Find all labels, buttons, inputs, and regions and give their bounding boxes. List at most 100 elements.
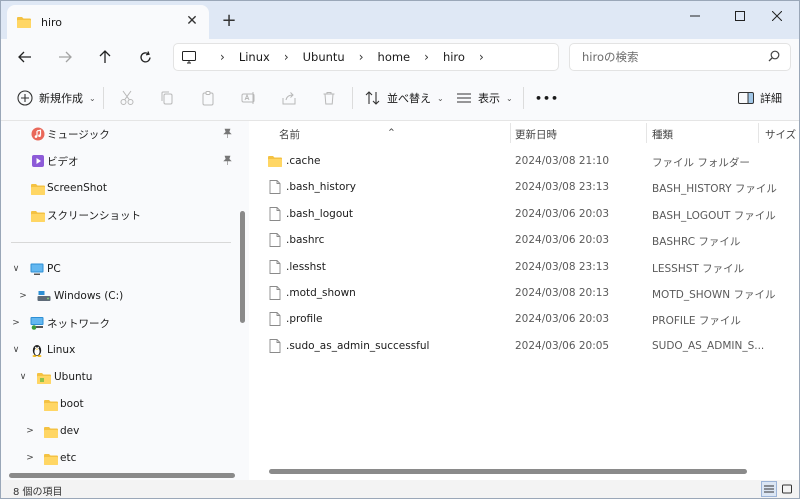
file-list-pane: ⌃ 名前 更新日時 種類 サイズ .cache 2024/03/08 21:10 フ… bbox=[249, 121, 799, 480]
file-row[interactable]: .cache 2024/03/08 21:10 ファイル フォルダー bbox=[249, 148, 799, 174]
search-input[interactable]: hiroの検索 bbox=[569, 43, 791, 71]
breadcrumb-linux[interactable]: Linux bbox=[239, 50, 270, 64]
cut-button[interactable] bbox=[119, 87, 135, 109]
status-bar: 8 個の項目 bbox=[1, 480, 799, 498]
share-button[interactable] bbox=[281, 87, 297, 109]
file-row[interactable]: .bash_history 2024/03/08 23:13 BASH_HISTOR… bbox=[249, 174, 799, 200]
file-icon bbox=[269, 312, 281, 327]
column-header-size[interactable]: サイズ bbox=[765, 127, 796, 142]
close-tab-button[interactable]: ✕ bbox=[185, 14, 199, 28]
navigation-pane: ミュージック ビデオ ScreenShot スクリーンショット ∨ PC > W… bbox=[1, 121, 249, 480]
thumbnail-view-button[interactable] bbox=[779, 481, 795, 497]
view-button[interactable]: 表示 ⌄ bbox=[456, 87, 513, 109]
column-header-name[interactable]: 名前 bbox=[279, 127, 300, 142]
sidebar-item-linux[interactable]: ∨ Linux bbox=[1, 337, 241, 363]
arrow-left-icon bbox=[18, 51, 31, 63]
scissors-icon bbox=[120, 90, 134, 105]
sort-ascending-icon: ⌃ bbox=[387, 127, 396, 139]
details-view-button[interactable] bbox=[761, 481, 777, 497]
file-row[interactable]: .motd_shown 2024/03/08 20:13 MOTD_SHOWN ファ… bbox=[249, 280, 799, 306]
command-bar: 新規作成 ⌄ 並べ替え ⌄ 表示 ⌄ ••• 詳細 bbox=[1, 75, 799, 121]
column-divider[interactable] bbox=[646, 123, 647, 143]
file-row[interactable]: .lesshst 2024/03/08 23:13 LESSHST ファイル bbox=[249, 254, 799, 280]
file-modified: 2024/03/08 20:13 bbox=[515, 287, 610, 299]
new-tab-button[interactable]: + bbox=[219, 11, 239, 31]
folder-icon bbox=[44, 400, 58, 411]
file-modified: 2024/03/06 20:03 bbox=[515, 207, 610, 220]
file-row[interactable]: .bash_logout 2024/03/06 20:03 BASH_LOGOUT … bbox=[249, 201, 799, 227]
column-divider[interactable] bbox=[758, 123, 759, 143]
tab-hiro[interactable]: hiro ✕ bbox=[7, 5, 209, 39]
share-icon bbox=[282, 92, 296, 105]
file-explorer-window: hiro ✕ + › Linux › Ubuntu › home › hiro … bbox=[0, 0, 800, 499]
breadcrumb-hiro[interactable]: hiro bbox=[443, 50, 465, 64]
column-header-modified[interactable]: 更新日時 bbox=[515, 127, 557, 142]
chevron-down-icon[interactable]: ∨ bbox=[11, 264, 21, 274]
chevron-down-icon[interactable]: ∨ bbox=[11, 345, 21, 355]
folder-icon bbox=[31, 184, 45, 195]
close-window-button[interactable] bbox=[755, 1, 799, 31]
chevron-right-icon: › bbox=[424, 50, 429, 64]
sort-button[interactable]: 並べ替え ⌄ bbox=[365, 87, 444, 109]
chevron-right-icon[interactable]: › bbox=[479, 50, 484, 64]
details-pane-icon bbox=[738, 92, 754, 104]
sidebar-item-boot[interactable]: boot bbox=[1, 391, 241, 417]
sidebar-vertical-scrollbar[interactable] bbox=[240, 211, 245, 323]
details-pane-button[interactable]: 詳細 bbox=[738, 87, 782, 109]
file-row[interactable]: .profile 2024/03/06 20:03 PROFILE ファイル bbox=[249, 306, 799, 332]
chevron-right-icon: › bbox=[220, 50, 225, 64]
chevron-right-icon[interactable]: > bbox=[18, 291, 28, 301]
file-name: .cache bbox=[286, 155, 321, 167]
column-divider[interactable] bbox=[510, 123, 511, 143]
file-list-horizontal-scrollbar[interactable] bbox=[269, 469, 747, 474]
refresh-icon bbox=[139, 50, 151, 62]
file-row[interactable]: .sudo_as_admin_successful 2024/03/06 20:0… bbox=[249, 333, 799, 359]
more-options-button[interactable]: ••• bbox=[535, 87, 559, 109]
chevron-right-icon[interactable]: > bbox=[11, 318, 21, 328]
file-modified: 2024/03/08 23:13 bbox=[515, 181, 610, 194]
search-icon bbox=[768, 50, 780, 62]
arrow-up-icon bbox=[99, 50, 111, 63]
paste-button[interactable] bbox=[200, 87, 216, 109]
sidebar-item-music[interactable]: ミュージック bbox=[1, 121, 241, 147]
sidebar-item-screenshots-jp[interactable]: スクリーンショット bbox=[1, 202, 241, 228]
file-name: .motd_shown bbox=[286, 287, 356, 299]
file-modified: 2024/03/06 20:03 bbox=[515, 234, 610, 247]
new-button[interactable]: 新規作成 ⌄ bbox=[17, 87, 96, 109]
chevron-down-icon[interactable]: ∨ bbox=[18, 372, 28, 382]
up-button[interactable] bbox=[93, 45, 117, 69]
delete-button[interactable] bbox=[321, 87, 337, 109]
file-type: LESSHST ファイル bbox=[652, 262, 745, 275]
minimize-button[interactable] bbox=[673, 1, 717, 31]
sidebar-item-ubuntu[interactable]: ∨ Ubuntu bbox=[1, 364, 241, 390]
pin-icon[interactable] bbox=[223, 128, 232, 141]
file-name: .profile bbox=[286, 313, 323, 326]
breadcrumb-home[interactable]: home bbox=[378, 50, 411, 64]
breadcrumb-ubuntu[interactable]: Ubuntu bbox=[303, 50, 345, 64]
sidebar-item-windows-c[interactable]: > Windows (C:) bbox=[1, 283, 241, 309]
chevron-down-icon: ⌄ bbox=[89, 93, 96, 103]
pin-icon[interactable] bbox=[223, 155, 232, 168]
forward-button[interactable] bbox=[53, 45, 77, 69]
sidebar-item-video[interactable]: ビデオ bbox=[1, 148, 241, 174]
address-bar[interactable]: › Linux › Ubuntu › home › hiro › bbox=[173, 43, 559, 71]
back-button[interactable] bbox=[13, 45, 37, 69]
rename-button[interactable] bbox=[241, 87, 257, 109]
file-row[interactable]: .bashrc 2024/03/06 20:03 BASHRC ファイル bbox=[249, 227, 799, 253]
sidebar-item-network[interactable]: > ネットワーク bbox=[1, 310, 241, 336]
navigation-bar: › Linux › Ubuntu › home › hiro › hiroの検索 bbox=[1, 39, 799, 75]
sidebar-item-screenshot[interactable]: ScreenShot bbox=[1, 175, 241, 201]
chevron-right-icon: › bbox=[358, 50, 364, 64]
chevron-right-icon[interactable]: > bbox=[25, 453, 35, 463]
file-icon bbox=[269, 259, 281, 274]
music-icon bbox=[31, 127, 45, 141]
sidebar-horizontal-scrollbar[interactable] bbox=[9, 473, 235, 478]
sidebar-item-dev[interactable]: > dev bbox=[1, 418, 241, 444]
column-header-type[interactable]: 種類 bbox=[652, 127, 673, 142]
sidebar-item-pc[interactable]: ∨ PC bbox=[1, 256, 241, 282]
chevron-right-icon[interactable]: > bbox=[25, 426, 35, 436]
sidebar-item-etc[interactable]: > etc bbox=[1, 445, 241, 471]
copy-button[interactable] bbox=[159, 87, 175, 109]
refresh-button[interactable] bbox=[133, 45, 157, 69]
folder-icon bbox=[31, 211, 45, 222]
